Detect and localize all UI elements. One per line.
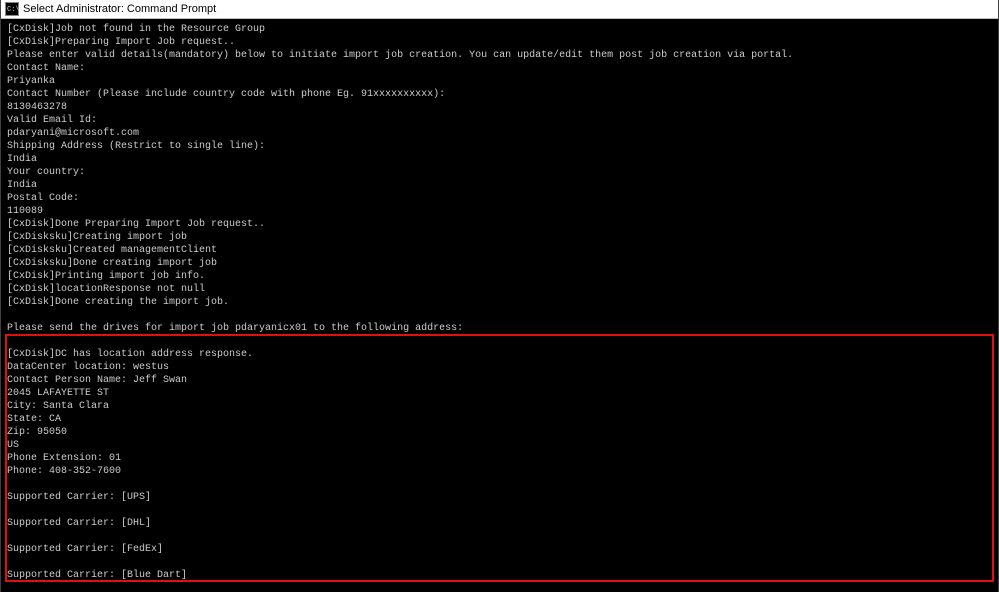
- terminal-line: [7, 335, 992, 348]
- terminal-line: City: Santa Clara: [7, 400, 992, 413]
- terminal-line: Contact Name:: [7, 62, 992, 75]
- terminal-line: pdaryani@microsoft.com: [7, 127, 992, 140]
- terminal-line: Priyanka: [7, 75, 992, 88]
- terminal-line: US: [7, 439, 992, 452]
- terminal-line: [7, 478, 992, 491]
- svg-text:C:\: C:\: [7, 6, 19, 14]
- titlebar[interactable]: C:\ Select Administrator: Command Prompt: [1, 0, 998, 19]
- terminal-line: [CxDisk]locationResponse not null: [7, 283, 992, 296]
- cmd-icon: C:\: [5, 2, 19, 16]
- terminal-line: 110089: [7, 205, 992, 218]
- terminal-line: 2045 LAFAYETTE ST: [7, 387, 992, 400]
- terminal-line: [CxDisksku]Done creating import job: [7, 257, 992, 270]
- terminal-line: 8130463278: [7, 101, 992, 114]
- terminal-line: [7, 530, 992, 543]
- terminal-line: [CxDisk]Done Preparing Import Job reques…: [7, 218, 992, 231]
- terminal-line: Contact Person Name: Jeff Swan: [7, 374, 992, 387]
- terminal-line: Supported Carrier: [DHL]: [7, 517, 992, 530]
- terminal-line: [CxDisk]DC has location address response…: [7, 348, 992, 361]
- terminal-line: Postal Code:: [7, 192, 992, 205]
- terminal-line: Contact Number (Please include country c…: [7, 88, 992, 101]
- terminal-line: [CxDisksku]Created managementClient: [7, 244, 992, 257]
- terminal-line: Phone Extension: 01: [7, 452, 992, 465]
- command-prompt-window: C:\ Select Administrator: Command Prompt…: [0, 0, 999, 592]
- terminal-area[interactable]: [CxDisk]Job not found in the Resource Gr…: [1, 19, 998, 592]
- terminal-line: [7, 309, 992, 322]
- terminal-line: [7, 556, 992, 569]
- terminal-line: State: CA: [7, 413, 992, 426]
- terminal-line: [CxDisk]Preparing Import Job request..: [7, 36, 992, 49]
- terminal-line: Please send the drives for import job pd…: [7, 322, 992, 335]
- terminal-line: [CxDisksku]Creating import job: [7, 231, 992, 244]
- terminal-line: Zip: 95050: [7, 426, 992, 439]
- terminal-line: India: [7, 153, 992, 166]
- terminal-line: Supported Carrier: [Blue Dart]: [7, 569, 992, 582]
- terminal-line: [7, 582, 992, 592]
- terminal-line: Shipping Address (Restrict to single lin…: [7, 140, 992, 153]
- terminal-line: Supported Carrier: [FedEx]: [7, 543, 992, 556]
- window-title: Select Administrator: Command Prompt: [23, 3, 216, 15]
- terminal-line: [7, 504, 992, 517]
- terminal-line: [CxDisk]Job not found in the Resource Gr…: [7, 23, 992, 36]
- terminal-line: [CxDisk]Printing import job info.: [7, 270, 992, 283]
- terminal-line: Please enter valid details(mandatory) be…: [7, 49, 992, 62]
- terminal-line: India: [7, 179, 992, 192]
- terminal-line: Your country:: [7, 166, 992, 179]
- terminal-line: DataCenter location: westus: [7, 361, 992, 374]
- terminal-line: [CxDisk]Done creating the import job.: [7, 296, 992, 309]
- terminal-line: Phone: 408-352-7600: [7, 465, 992, 478]
- terminal-output: [CxDisk]Job not found in the Resource Gr…: [1, 19, 998, 592]
- terminal-line: Supported Carrier: [UPS]: [7, 491, 992, 504]
- terminal-line: Valid Email Id:: [7, 114, 992, 127]
